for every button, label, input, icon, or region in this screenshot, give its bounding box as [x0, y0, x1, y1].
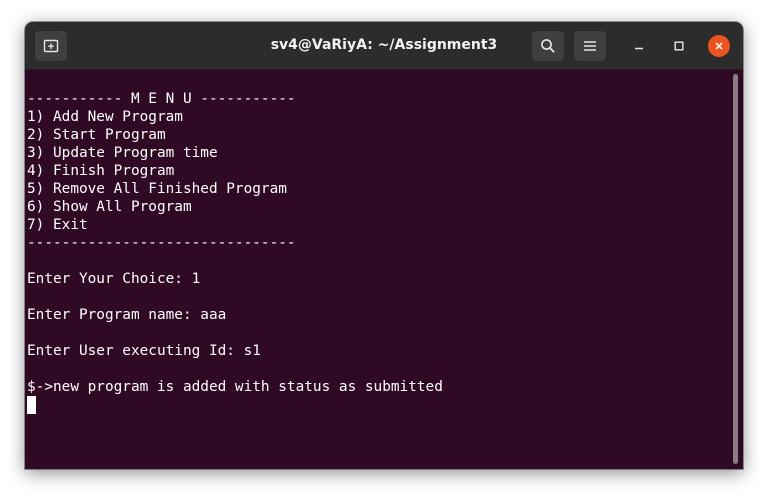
menu-header-line: ----------- M E N U ----------- [27, 91, 296, 107]
menu-option-3: 3) Update Program time [27, 145, 218, 161]
menu-option-4: 4) Finish Program [27, 163, 175, 179]
minimize-button[interactable] [628, 35, 650, 57]
search-icon [541, 39, 555, 53]
minimize-icon [635, 47, 643, 50]
choice-prompt: Enter Your Choice: 1 [27, 271, 201, 287]
close-button[interactable] [708, 35, 730, 57]
new-tab-icon [43, 39, 59, 53]
menu-option-7: 7) Exit [27, 217, 88, 233]
scrollbar[interactable] [733, 74, 738, 464]
hamburger-menu-icon [584, 41, 596, 51]
user-id-prompt: Enter User executing Id: s1 [27, 343, 261, 359]
menu-footer-line: ------------------------------- [27, 235, 296, 251]
terminal-output[interactable]: ----------- M E N U ----------- 1) Add N… [25, 70, 729, 469]
status-message: $->new program is added with status as s… [27, 379, 443, 395]
menu-option-2: 2) Start Program [27, 127, 166, 143]
menu-option-5: 5) Remove All Finished Program [27, 181, 287, 197]
text-cursor [27, 396, 36, 414]
maximize-button[interactable] [668, 35, 690, 57]
new-tab-button[interactable] [34, 30, 68, 62]
search-button[interactable] [531, 30, 565, 62]
cursor-line [27, 396, 729, 414]
menu-button[interactable] [573, 30, 607, 62]
maximize-icon [674, 41, 684, 51]
titlebar: sv4@VaRiyA: ~/Assignment3 [25, 22, 743, 70]
menu-option-1: 1) Add New Program [27, 109, 183, 125]
close-icon [715, 42, 723, 50]
menu-option-6: 6) Show All Program [27, 199, 192, 215]
terminal-window: sv4@VaRiyA: ~/Assignment3 ----------- M … [25, 22, 743, 469]
program-name-prompt: Enter Program name: aaa [27, 307, 227, 323]
